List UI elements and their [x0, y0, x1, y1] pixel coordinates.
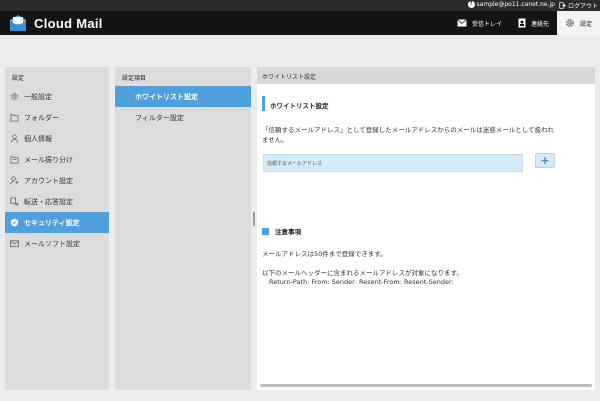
note-text: メールアドレスは50件まで登録できます。	[262, 250, 387, 258]
app-logo[interactable]: Cloud Mail	[8, 14, 103, 32]
submenu-item-whitelist[interactable]: ホワイトリスト設定	[115, 86, 251, 107]
app-header: Cloud Mail 受信トレイ 連絡先 設定	[0, 11, 600, 35]
horizontal-scrollbar[interactable]	[260, 384, 592, 387]
logout-button[interactable]: ログアウト	[559, 1, 598, 10]
settings-item-label: セキュリティ設定	[24, 218, 80, 227]
panel-titlebar: ホワイトリスト設定	[257, 67, 595, 84]
nav-contacts[interactable]: 連絡先	[510, 11, 557, 35]
settings-menu-heading: 設定	[12, 75, 25, 82]
settings-item-label: 転送・応答設定	[24, 197, 73, 206]
logout-icon	[559, 2, 566, 9]
folder-icon	[10, 114, 19, 122]
address-book-icon	[518, 18, 526, 28]
submenu-item-label: フィルター設定	[135, 113, 184, 122]
settings-item-label: アカウント設定	[24, 176, 73, 185]
note-headers: Return-Path: From: Sender: Resent-From: …	[269, 278, 454, 286]
account-email: sample@po11.canet.ne.jp	[476, 1, 555, 8]
submenu-item-filter[interactable]: フィルター設定	[115, 107, 251, 128]
app-title: Cloud Mail	[34, 15, 103, 31]
settings-item-label: 個人情報	[24, 134, 52, 143]
person-icon	[10, 134, 19, 143]
mail-client-icon	[10, 240, 19, 248]
settings-item-label: メールソフト設定	[24, 239, 80, 248]
add-address-button[interactable]: +	[535, 153, 555, 168]
description-line: 「信頼するメールアドレス」として登録したメールアドレスからのメールは迷惑メールと…	[262, 126, 554, 134]
settings-item-account[interactable]: アカウント設定	[5, 170, 109, 191]
settings-item-label: メール振り分け	[24, 155, 73, 164]
settings-item-personal[interactable]: 個人情報	[5, 128, 109, 149]
settings-item-label: 一般設定	[24, 92, 52, 101]
submenu-heading: 設定項目	[122, 75, 147, 82]
nav-settings-label: 設定	[579, 20, 592, 28]
settings-item-folder[interactable]: フォルダー	[5, 107, 109, 128]
settings-item-general[interactable]: 一般設定	[5, 86, 109, 107]
settings-item-mail-client[interactable]: メールソフト設定	[5, 233, 109, 254]
nav-settings[interactable]: 設定	[556, 11, 600, 35]
notes-heading: 注意事項	[262, 226, 301, 236]
logout-label: ログアウト	[567, 3, 598, 10]
description-line: ません。	[262, 136, 288, 144]
submenu-item-label: ホワイトリスト設定	[135, 92, 198, 101]
settings-item-security[interactable]: セキュリティ設定	[5, 212, 109, 233]
gear-icon	[566, 19, 574, 27]
header-nav: 受信トレイ 連絡先 設定	[449, 11, 600, 35]
note-text: 以下のメールヘッダーに含まれるメールアドレスが対象になります。	[262, 269, 463, 277]
nav-inbox[interactable]: 受信トレイ	[449, 11, 510, 35]
trusted-address-input[interactable]: 信頼するメールアドレス	[263, 154, 523, 172]
note-bullet-icon	[262, 227, 269, 235]
settings-menu: 設定 一般設定 フォルダー 個人情報 メール振り分け アカウント設定 転送・応答…	[5, 67, 109, 390]
settings-item-label: フォルダー	[24, 113, 59, 122]
account-indicator: ? sample@po11.canet.ne.jp	[467, 1, 555, 8]
grip-icon	[253, 212, 255, 226]
settings-item-mail-filter[interactable]: メール振り分け	[5, 149, 109, 170]
help-icon[interactable]: ?	[467, 1, 475, 8]
settings-submenu: 設定項目 ホワイトリスト設定 フィルター設定	[115, 67, 251, 390]
gear-icon	[11, 93, 18, 100]
whitelist-description: 「信頼するメールアドレス」として登録したメールアドレスからのメールは迷惑メールと…	[262, 125, 587, 145]
section-title: ホワイトリスト設定	[262, 96, 582, 111]
folder-filter-icon	[10, 156, 19, 164]
forward-icon	[10, 197, 19, 206]
settings-item-forwarding[interactable]: 転送・応答設定	[5, 191, 109, 212]
main-panel: ホワイトリスト設定 ホワイトリスト設定 「信頼するメールアドレス」として登録した…	[257, 67, 595, 390]
cloud-mail-logo-icon	[10, 15, 26, 31]
mail-icon	[457, 19, 467, 27]
notes-title: 注意事項	[275, 228, 301, 236]
nav-inbox-label: 受信トレイ	[471, 20, 502, 28]
account-icon	[10, 176, 19, 185]
nav-contacts-label: 連絡先	[530, 20, 549, 28]
top-bar: ? sample@po11.canet.ne.jp ログアウト	[0, 0, 600, 11]
shield-icon	[10, 218, 19, 227]
